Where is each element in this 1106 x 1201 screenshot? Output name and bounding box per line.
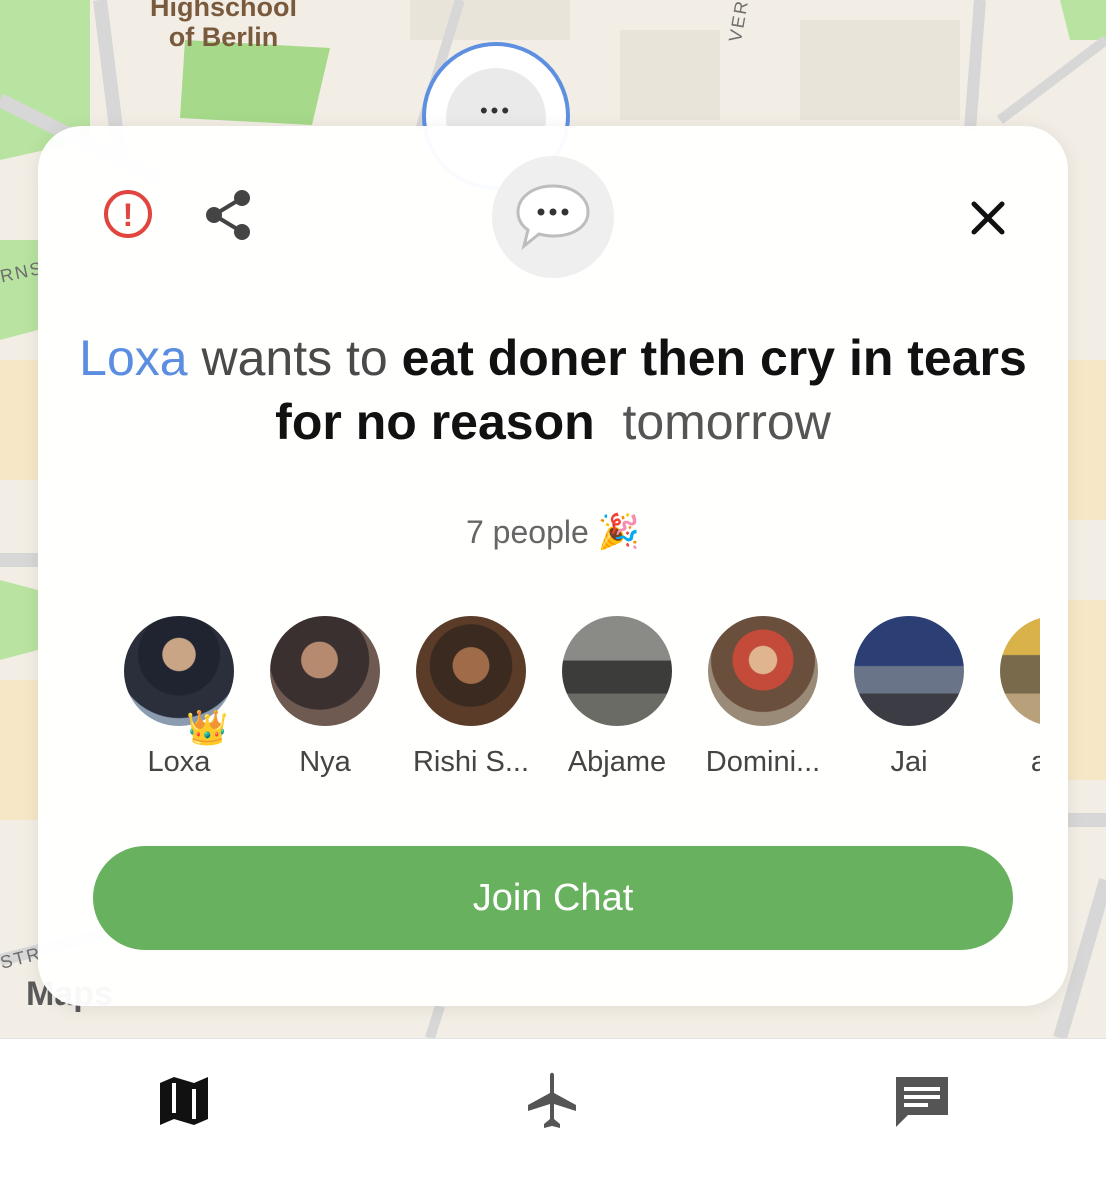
crown-icon: 👑 <box>186 709 229 747</box>
party-popper-icon: 🎉 <box>597 513 640 551</box>
member-item[interactable]: Rishi S... <box>398 616 544 779</box>
event-card: ! Loxa wants to eat doner then cry in te… <box>38 126 1068 1006</box>
speech-bubble-icon <box>516 184 590 250</box>
member-name: Domini... <box>705 746 821 778</box>
member-name: Jai <box>890 746 928 778</box>
member-list[interactable]: 👑 Loxa Nya Rishi S... Abjame Domini... J… <box>106 616 1040 786</box>
member-item[interactable]: Nya <box>252 616 398 779</box>
map-icon <box>160 1077 208 1125</box>
bottom-tab-bar <box>0 1038 1106 1201</box>
avatar <box>708 616 818 726</box>
member-name: Rishi S... <box>412 746 530 778</box>
close-icon <box>971 201 1005 235</box>
member-name: Abjame <box>567 746 667 778</box>
share-button[interactable] <box>202 188 254 242</box>
chat-icon <box>896 1077 948 1127</box>
avatar <box>1000 616 1040 726</box>
report-icon: ! <box>122 197 134 233</box>
avatar <box>854 616 964 726</box>
tab-chats[interactable] <box>890 1069 954 1133</box>
avatar <box>416 616 526 726</box>
join-chat-button[interactable]: Join Chat <box>93 846 1013 950</box>
report-button[interactable]: ! <box>104 190 152 238</box>
event-time: tomorrow <box>622 394 831 450</box>
member-name: Nya <box>299 746 351 778</box>
people-count: 7 people 🎉 <box>465 513 640 551</box>
tab-trips[interactable] <box>520 1069 584 1133</box>
map-poi-label: Highschool of Berlin <box>150 0 297 52</box>
member-item[interactable]: arib <box>982 616 1040 779</box>
tab-map[interactable] <box>152 1069 216 1133</box>
chat-type-badge <box>492 156 614 278</box>
share-icon <box>206 190 250 240</box>
member-item[interactable]: Domini... <box>690 616 836 779</box>
member-item[interactable]: Jai <box>836 616 982 779</box>
host-name-link[interactable]: Loxa <box>79 330 187 386</box>
event-headline: Loxa wants to eat doner then cry in tear… <box>78 326 1028 454</box>
member-name: Loxa <box>147 746 211 778</box>
member-name: arib <box>1030 746 1040 778</box>
avatar <box>270 616 380 726</box>
avatar <box>562 616 672 726</box>
member-item[interactable]: 👑 Loxa <box>106 616 252 779</box>
headline-verb: wants to <box>187 330 402 386</box>
airplane-icon <box>528 1072 576 1128</box>
member-item[interactable]: Abjame <box>544 616 690 779</box>
close-button[interactable] <box>968 198 1008 238</box>
